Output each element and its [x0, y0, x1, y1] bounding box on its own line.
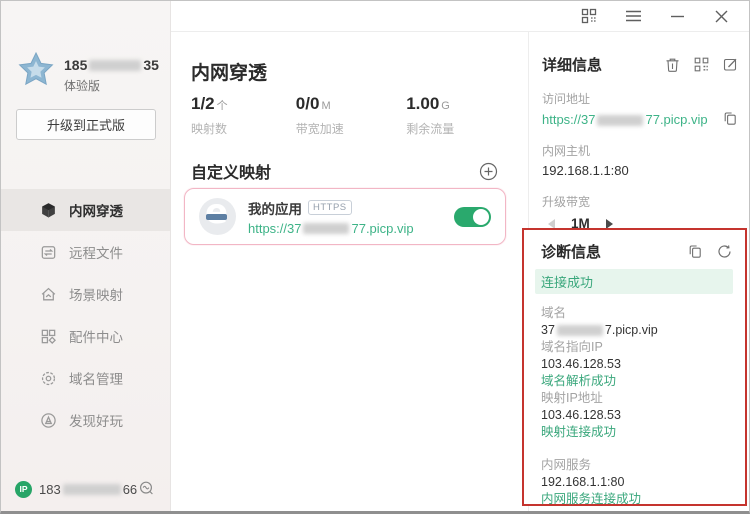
account-info: 18535 体验版 — [17, 51, 159, 94]
domain-resolve-result: 域名解析成功 — [541, 373, 733, 390]
sidebar-item-scene-mapping[interactable]: 场景映射 — [1, 273, 170, 315]
details-title: 详细信息 — [542, 54, 652, 75]
copy-icon[interactable] — [723, 111, 739, 127]
diagnosis-section: 诊断信息 连接成功 域名 377.picp.vip 域名指向IP 103 — [522, 228, 747, 506]
intranet-host-label: 内网主机 — [542, 142, 739, 159]
file-icon — [39, 243, 57, 261]
diagnosis-title: 诊断信息 — [541, 241, 675, 262]
minimize-icon[interactable] — [655, 1, 699, 31]
domain-ip-label: 域名指向IP — [541, 339, 733, 356]
access-address-label: 访问地址 — [542, 90, 739, 107]
upgrade-bandwidth-label: 升级带宽 — [542, 193, 739, 210]
mapping-url-link[interactable]: https://3777.picp.vip — [248, 221, 454, 236]
sidebar-item-label: 发现好玩 — [69, 410, 123, 430]
domain-value: 377.picp.vip — [541, 322, 733, 339]
add-mapping-icon[interactable] — [479, 162, 498, 181]
stat-mapping-count: 1/2个 映射数 — [191, 94, 296, 137]
house-icon — [39, 285, 57, 303]
footer-ip-number: 18366 — [39, 482, 137, 497]
sidebar-item-label: 配件中心 — [69, 326, 123, 346]
upgrade-button[interactable]: 升级到正式版 — [16, 109, 156, 140]
account-phone: 18535 — [64, 57, 159, 73]
mapping-card[interactable]: e 我的应用 HTTPS https://3777.picp.vip — [184, 188, 506, 245]
decrease-bandwidth-icon[interactable] — [548, 219, 555, 229]
cube-icon — [39, 201, 57, 219]
star-avatar-icon — [17, 51, 55, 91]
network-check-icon[interactable] — [138, 480, 156, 498]
connection-status-badge: 连接成功 — [535, 269, 733, 294]
intranet-service-result: 内网服务连接成功 — [541, 491, 733, 508]
sidebar-nav: 内网穿透 远程文件 场景映射 — [1, 189, 170, 441]
intranet-service-label: 内网服务 — [541, 457, 733, 474]
close-icon[interactable] — [699, 1, 743, 31]
sidebar-item-intranet-tunnel[interactable]: 内网穿透 — [1, 189, 170, 231]
sidebar-item-label: 内网穿透 — [69, 200, 123, 220]
mapping-name: 我的应用 — [248, 198, 302, 218]
sidebar: 18535 体验版 升级到正式版 内网穿透 — [1, 1, 171, 511]
delete-icon[interactable] — [665, 57, 681, 73]
copy-icon[interactable] — [688, 244, 704, 260]
menu-icon[interactable] — [611, 1, 655, 31]
discover-icon — [39, 411, 57, 429]
ip-badge: IP — [15, 481, 32, 498]
sidebar-item-addon-center[interactable]: 配件中心 — [1, 315, 170, 357]
sidebar-footer: IP 18366 — [1, 477, 170, 501]
custom-mapping-title: 自定义映射 — [191, 159, 271, 183]
details-section: 详细信息 — [529, 32, 750, 231]
intranet-service-value: 192.168.1.1:80 — [541, 474, 733, 491]
edit-icon[interactable] — [723, 57, 739, 73]
blocks-icon — [39, 327, 57, 345]
stat-remaining-traffic: 1.00G 剩余流量 — [406, 94, 511, 137]
refresh-icon[interactable] — [717, 244, 733, 260]
qr-code-icon[interactable] — [694, 57, 710, 73]
mapping-toggle[interactable] — [454, 207, 491, 227]
sidebar-item-label: 远程文件 — [69, 242, 123, 262]
intranet-host-value: 192.168.1.1:80 — [542, 163, 739, 178]
sidebar-item-discover[interactable]: 发现好玩 — [1, 399, 170, 441]
main-content: 内网穿透 1/2个 映射数 0/0M 带宽加速 1.00G 剩余流量 自定义映射 — [172, 32, 528, 511]
protocol-badge: HTTPS — [308, 200, 352, 215]
page-title: 内网穿透 — [191, 58, 267, 85]
stats-row: 1/2个 映射数 0/0M 带宽加速 1.00G 剩余流量 — [191, 94, 511, 137]
titlebar — [171, 1, 749, 32]
account-plan-label: 体验版 — [64, 77, 159, 94]
gear-icon — [39, 369, 57, 387]
stat-bandwidth: 0/0M 带宽加速 — [296, 94, 406, 137]
app-icon: e — [199, 198, 236, 235]
mapping-connect-result: 映射连接成功 — [541, 424, 733, 441]
sidebar-item-label: 域名管理 — [69, 368, 123, 388]
access-address-link[interactable]: https://3777.picp.vip — [542, 111, 739, 127]
app-window: 18535 体验版 升级到正式版 内网穿透 — [0, 0, 750, 514]
domain-label: 域名 — [541, 305, 733, 322]
increase-bandwidth-icon[interactable] — [606, 219, 613, 229]
layout-switch-icon[interactable] — [567, 1, 611, 31]
mapping-ip-label: 映射IP地址 — [541, 390, 733, 407]
mapping-ip-value: 103.46.128.53 — [541, 407, 733, 424]
sidebar-item-remote-files[interactable]: 远程文件 — [1, 231, 170, 273]
domain-ip-value: 103.46.128.53 — [541, 356, 733, 373]
sidebar-item-domain-management[interactable]: 域名管理 — [1, 357, 170, 399]
sidebar-item-label: 场景映射 — [69, 284, 123, 304]
